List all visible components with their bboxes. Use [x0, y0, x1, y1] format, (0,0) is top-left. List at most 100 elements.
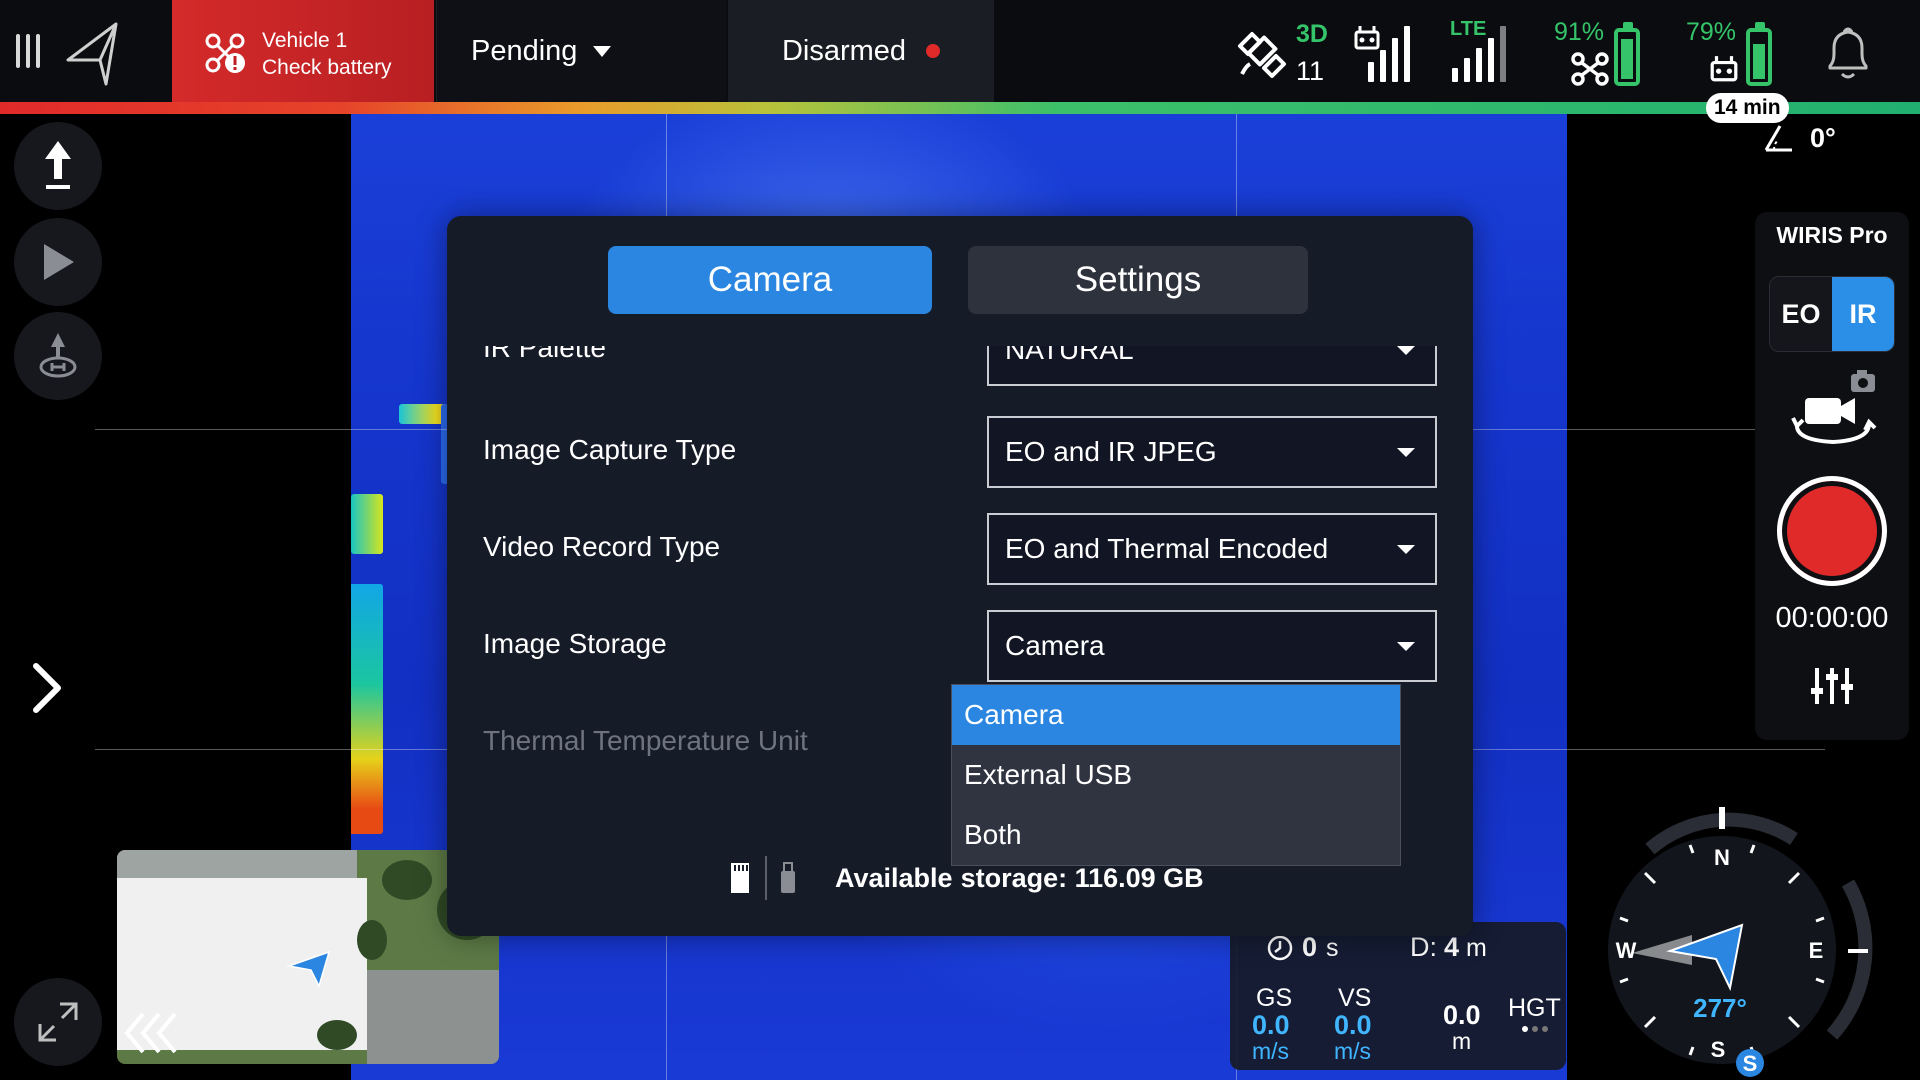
menu-icon[interactable]	[16, 34, 42, 68]
compass: N E S W 277° S	[1608, 807, 1873, 1077]
chevron-down-icon	[593, 45, 612, 57]
storage-available-value: storage: 116.09 GB	[960, 862, 1204, 893]
battery-icon	[1614, 22, 1640, 86]
flight-time-unit: s	[1326, 934, 1339, 962]
top-bar: Vehicle 1 Check battery Pending Disarmed…	[0, 0, 1920, 102]
distance-unit: m	[1466, 934, 1487, 962]
tree	[317, 1020, 357, 1050]
eo-ir-toggle[interactable]: EO IR	[1769, 276, 1895, 352]
parking-lot	[117, 850, 357, 880]
gps-status[interactable]: 3D 11	[1230, 0, 1330, 102]
vehicle-name: Vehicle 1	[262, 29, 348, 52]
tree	[382, 860, 432, 900]
dropdown-option-both[interactable]: Both	[952, 805, 1400, 865]
controller-battery[interactable]: 79%	[1684, 0, 1784, 102]
camera-settings-icon[interactable]	[1809, 664, 1855, 708]
ir-palette-label: IR Palette	[483, 346, 606, 363]
collapse-map-icon[interactable]	[121, 1008, 181, 1058]
ir-palette-select[interactable]: NATURAL	[987, 346, 1437, 386]
telemetry-panel: 0 s D: 4 m GS 0.0 m/s VS 0.0 m/s 0.0 m H…	[1230, 922, 1566, 1070]
arm-state-dot	[926, 44, 941, 58]
altitude-reference-dots	[1522, 1026, 1548, 1032]
angle-icon	[1764, 125, 1792, 152]
drone-battery[interactable]: 91%	[1550, 0, 1650, 102]
vehicle-alert[interactable]: Vehicle 1 Check battery	[172, 0, 434, 102]
record-button[interactable]	[1777, 476, 1887, 586]
tree	[357, 920, 387, 960]
dropdown-option-external-usb[interactable]: External USB	[952, 745, 1400, 805]
dropdown-option-camera[interactable]: Camera	[952, 685, 1400, 745]
clock-icon	[1267, 935, 1293, 961]
image-capture-type-select[interactable]: EO and IR JPEG	[987, 416, 1437, 488]
usb-icon	[781, 862, 795, 893]
setting-row-image-storage: Image Storage Camera	[483, 610, 1437, 682]
tab-settings[interactable]: Settings	[968, 246, 1308, 314]
heading-value: 277°	[1693, 993, 1747, 1023]
image-storage-value: Camera	[1005, 630, 1105, 661]
modal-tabs: Camera Settings	[608, 246, 1308, 314]
setting-row-ir-palette: IR Palette NATURAL	[483, 346, 1437, 386]
ir-palette-value: NATURAL	[1005, 346, 1134, 365]
gs-value: 0.0	[1252, 1010, 1290, 1040]
satellite-count: 11	[1296, 56, 1325, 86]
satellite-icon	[1238, 32, 1286, 78]
vehicle-alert-text: Check battery	[262, 56, 392, 79]
chevron-down-icon	[1397, 545, 1415, 554]
divider	[765, 856, 767, 900]
altitude-unit: m	[1452, 1028, 1472, 1054]
gps-fix: 3D	[1296, 20, 1328, 48]
gimbal-tilt: 0°	[1762, 122, 1836, 154]
bell-icon[interactable]	[1822, 26, 1874, 82]
tab-camera[interactable]: Camera	[608, 246, 932, 314]
start-mission-button[interactable]	[14, 218, 102, 306]
rc-signal[interactable]	[1354, 0, 1424, 102]
image-storage-dropdown: Camera External USB Both	[951, 684, 1401, 866]
mini-map[interactable]	[117, 850, 499, 1064]
drone-alert-icon	[205, 33, 245, 73]
video-record-type-select[interactable]: EO and Thermal Encoded	[987, 513, 1437, 585]
fly-view-icon[interactable]	[62, 20, 122, 88]
altitude-value: 0.0	[1443, 1000, 1481, 1030]
compass-east: E	[1809, 938, 1824, 963]
vehicle-marker-icon	[286, 950, 331, 989]
video-record-type-label: Video Record Type	[483, 531, 721, 562]
gs-label: GS	[1256, 984, 1293, 1012]
camera-control-panel: WIRIS Pro EO IR 00:00:00	[1755, 212, 1909, 740]
battery-icon	[1746, 22, 1772, 86]
gimbal-tilt-value: 0°	[1810, 122, 1836, 153]
setting-row-image-capture-type: Image Capture Type EO and IR JPEG	[483, 416, 1437, 488]
land-icon	[39, 333, 77, 378]
image-storage-select[interactable]: Camera	[987, 610, 1437, 682]
flight-mode-dropdown[interactable]: Pending	[436, 0, 726, 102]
controller-battery-percent: 79%	[1686, 18, 1737, 46]
switch-camera-icon[interactable]	[1785, 368, 1881, 452]
vs-label: VS	[1338, 984, 1372, 1012]
ir-mode-button[interactable]: IR	[1832, 277, 1894, 351]
parking-lot	[367, 970, 499, 1064]
play-icon	[44, 244, 74, 280]
arm-state-button[interactable]: Disarmed	[728, 0, 994, 102]
battery-color-strip	[0, 102, 1920, 114]
altitude-reference-label[interactable]: HGT	[1508, 994, 1561, 1023]
image-storage-label: Image Storage	[483, 628, 667, 659]
chevron-down-icon	[1397, 642, 1415, 651]
image-capture-type-label: Image Capture Type	[483, 434, 737, 465]
flight-time-value: 0	[1302, 932, 1318, 962]
eo-mode-button[interactable]: EO	[1770, 277, 1832, 351]
camera-name: WIRIS Pro	[1776, 222, 1888, 248]
hotspot	[351, 494, 383, 554]
thermal-temperature-unit-label: Thermal Temperature Unit	[483, 725, 808, 756]
expand-view-button[interactable]	[14, 978, 102, 1066]
chevron-right-icon[interactable]	[28, 662, 68, 714]
takeoff-button[interactable]	[14, 122, 102, 210]
setting-row-video-record-type: Video Record Type EO and Thermal Encoded	[483, 513, 1437, 585]
video-record-type-value: EO and Thermal Encoded	[1005, 533, 1329, 564]
lte-signal[interactable]: LTE	[1450, 0, 1520, 102]
land-button[interactable]	[14, 312, 102, 400]
signal-bars	[1354, 26, 1410, 82]
hotspot	[351, 584, 383, 834]
compass-west: W	[1616, 938, 1637, 963]
compass-badge: S	[1743, 1051, 1758, 1076]
compass-south: S	[1711, 1037, 1726, 1062]
vs-unit: m/s	[1334, 1038, 1372, 1064]
